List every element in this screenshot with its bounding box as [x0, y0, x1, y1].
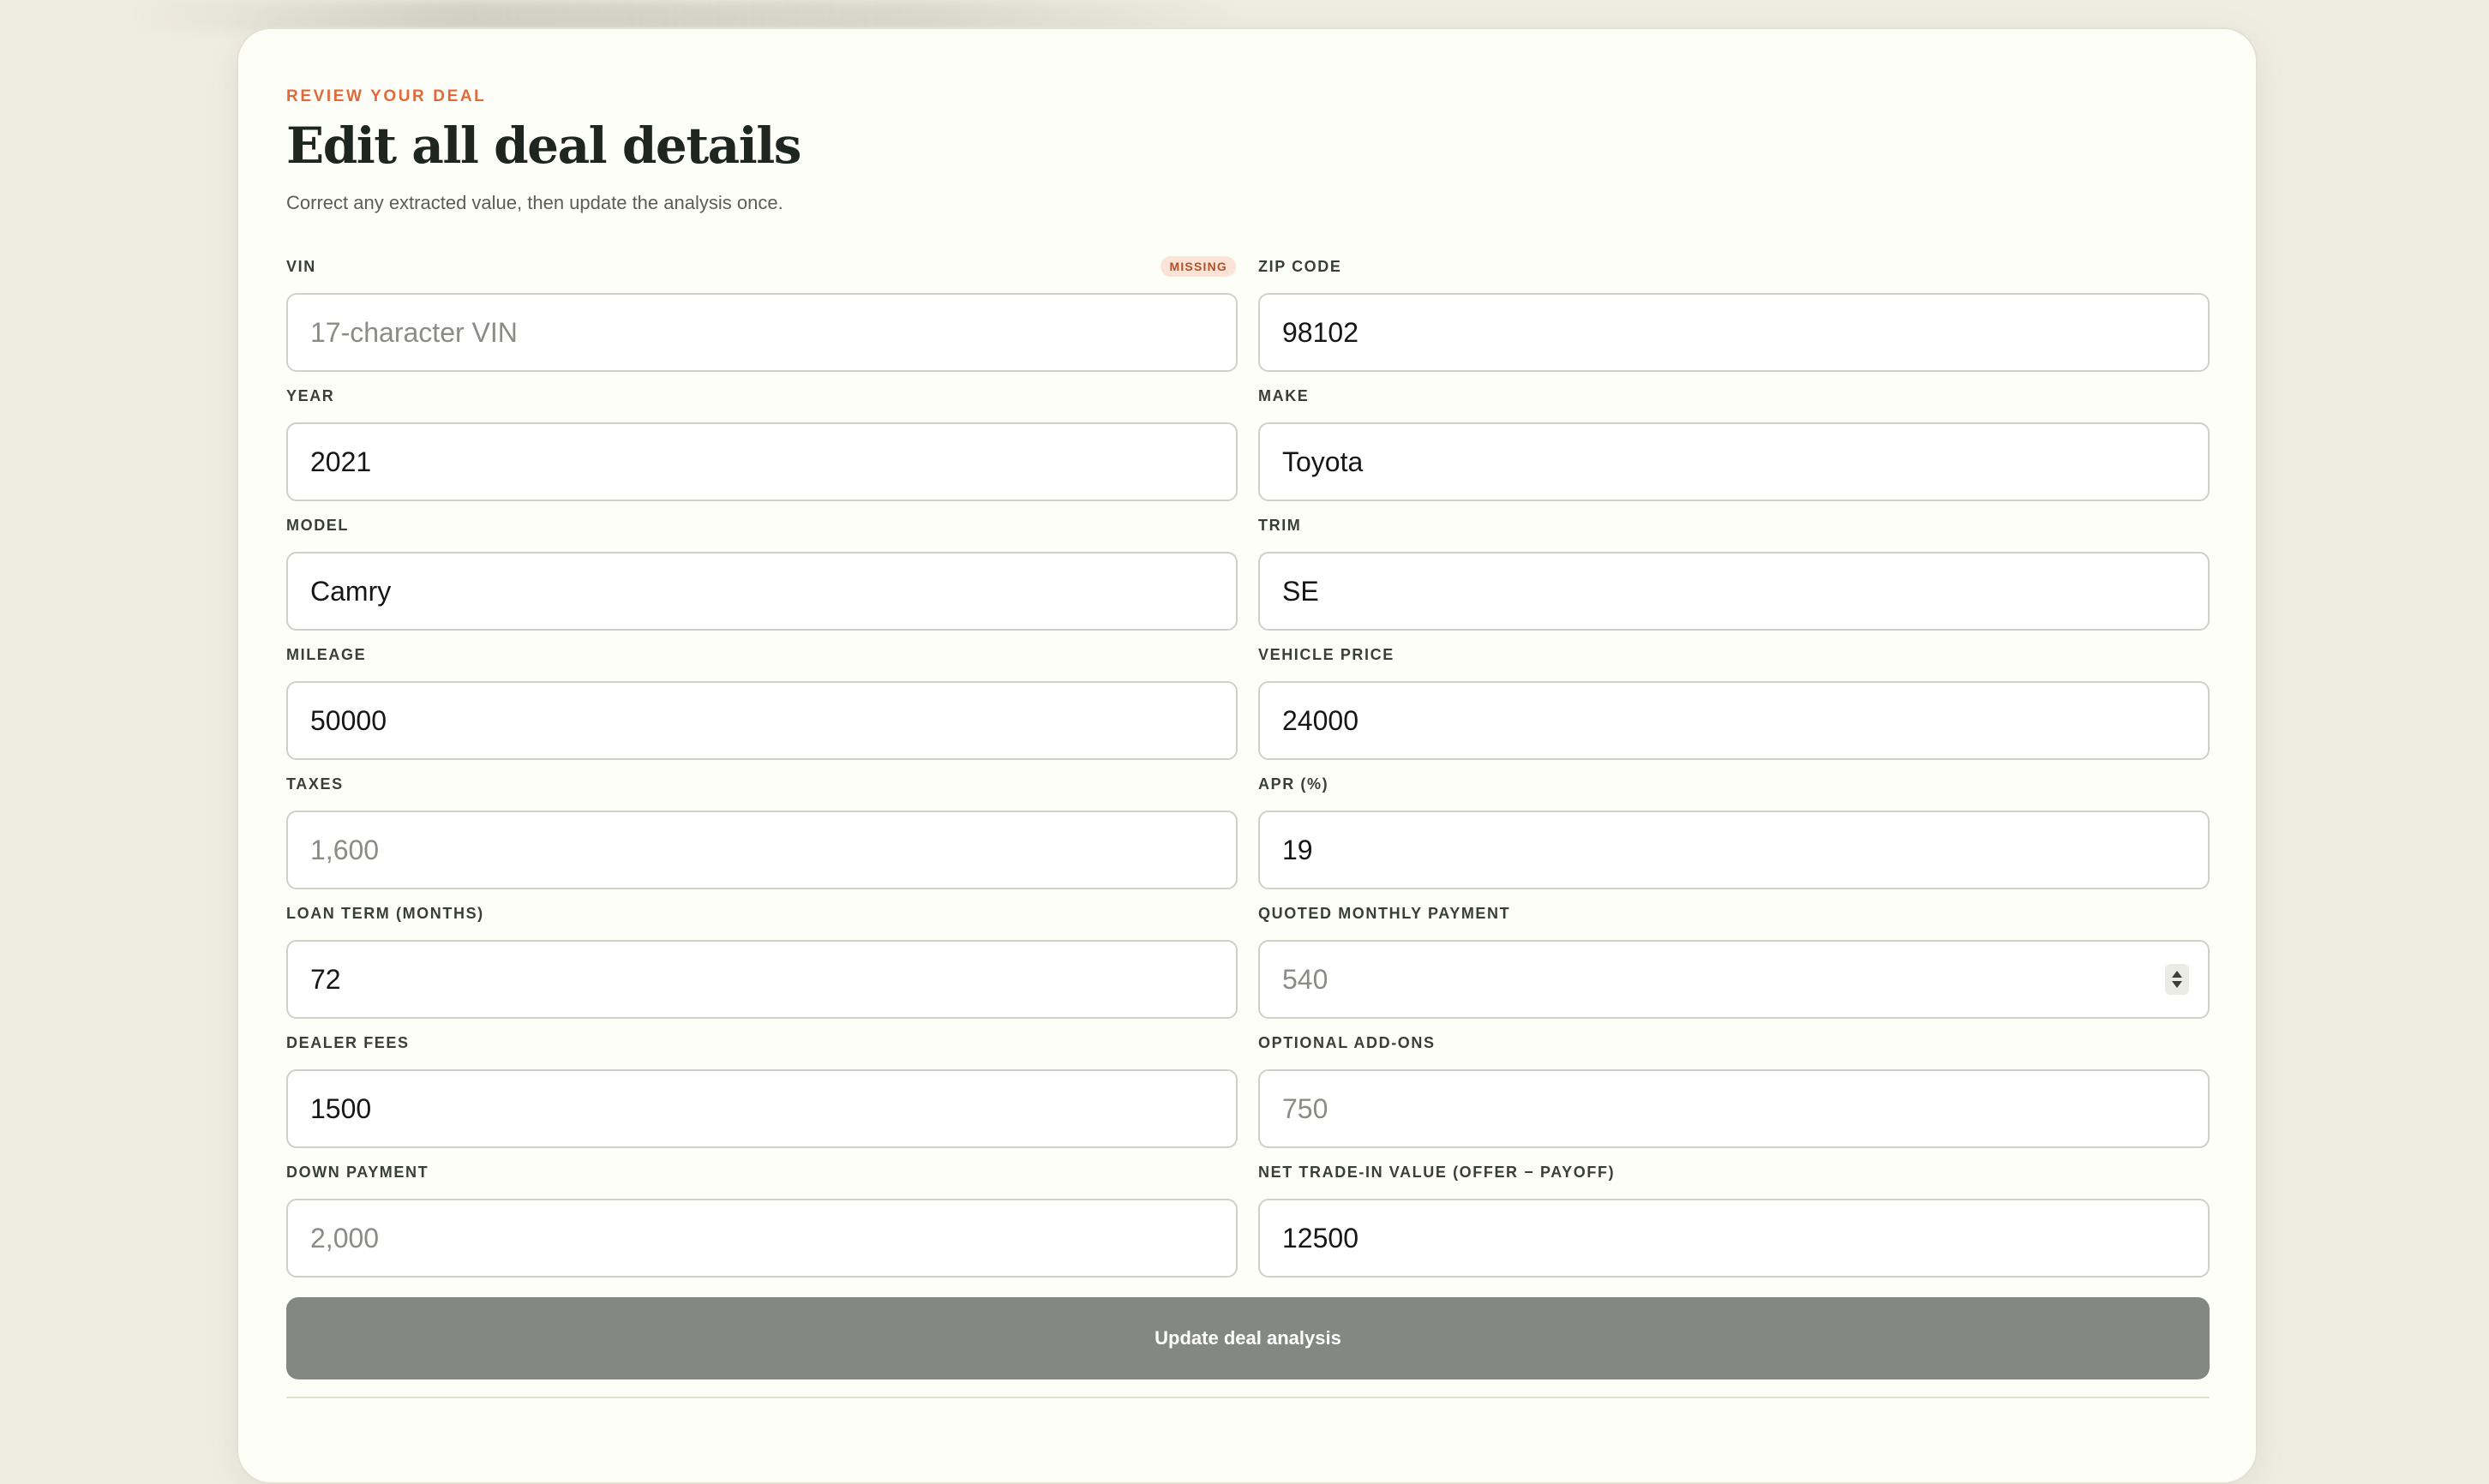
- loan-term-input[interactable]: [286, 940, 1238, 1019]
- deal-form-grid: VIN MISSING ZIP CODE YEAR MAKE M: [286, 254, 2210, 1289]
- down-payment-input[interactable]: [286, 1199, 1238, 1278]
- page-subtitle: Correct any extracted value, then update…: [286, 192, 783, 213]
- trade-in-input[interactable]: [1258, 1199, 2210, 1278]
- dealer-fees-label: DEALER FEES: [286, 1033, 410, 1051]
- model-field-group: MODEL: [286, 512, 1238, 642]
- year-field-group: YEAR: [286, 383, 1238, 512]
- addons-label: OPTIONAL ADD-ONS: [1258, 1033, 1436, 1051]
- vehicle-price-label: VEHICLE PRICE: [1258, 645, 1394, 663]
- dealer-fees-field-group: DEALER FEES: [286, 1030, 1238, 1159]
- taxes-input[interactable]: [286, 811, 1238, 889]
- deal-details-card: REVIEW YOUR DEAL Edit all deal details C…: [237, 27, 2258, 1484]
- taxes-label: TAXES: [286, 775, 344, 793]
- loan-term-field-group: LOAN TERM (MONTHS): [286, 901, 1238, 1030]
- model-label: MODEL: [286, 516, 349, 534]
- section-eyebrow: REVIEW YOUR DEAL: [286, 87, 487, 105]
- monthly-payment-label: QUOTED MONTHLY PAYMENT: [1258, 904, 1511, 922]
- section-divider: [286, 1397, 2210, 1398]
- make-input[interactable]: [1258, 422, 2210, 501]
- vin-field-group: VIN MISSING: [286, 254, 1238, 383]
- trim-field-group: TRIM: [1258, 512, 2210, 642]
- vehicle-price-input[interactable]: [1258, 681, 2210, 760]
- number-stepper[interactable]: [2165, 964, 2189, 995]
- vin-input[interactable]: [286, 293, 1238, 372]
- trim-label: TRIM: [1258, 516, 1302, 534]
- zip-label: ZIP CODE: [1258, 257, 1342, 275]
- zip-input[interactable]: [1258, 293, 2210, 372]
- trade-in-field-group: NET TRADE-IN VALUE (OFFER − PAYOFF): [1258, 1159, 2210, 1289]
- missing-badge: MISSING: [1161, 256, 1236, 277]
- down-payment-field-group: DOWN PAYMENT: [286, 1159, 1238, 1289]
- apr-label: APR (%): [1258, 775, 1329, 793]
- trim-input[interactable]: [1258, 552, 2210, 631]
- mileage-input[interactable]: [286, 681, 1238, 760]
- addons-field-group: OPTIONAL ADD-ONS: [1258, 1030, 2210, 1159]
- apr-input[interactable]: [1258, 811, 2210, 889]
- trade-in-label: NET TRADE-IN VALUE (OFFER − PAYOFF): [1258, 1163, 1616, 1181]
- apr-field-group: APR (%): [1258, 771, 2210, 901]
- addons-input[interactable]: [1258, 1069, 2210, 1148]
- page-title: Edit all deal details: [286, 117, 801, 175]
- stepper-up-icon[interactable]: [2172, 971, 2182, 978]
- monthly-payment-field-group: QUOTED MONTHLY PAYMENT: [1258, 901, 2210, 1030]
- monthly-payment-input[interactable]: [1258, 940, 2210, 1019]
- mileage-label: MILEAGE: [286, 645, 367, 663]
- dealer-fees-input[interactable]: [286, 1069, 1238, 1148]
- model-input[interactable]: [286, 552, 1238, 631]
- year-label: YEAR: [286, 386, 335, 404]
- loan-term-label: LOAN TERM (MONTHS): [286, 904, 484, 922]
- make-field-group: MAKE: [1258, 383, 2210, 512]
- vehicle-price-field-group: VEHICLE PRICE: [1258, 642, 2210, 771]
- vin-label: VIN: [286, 257, 316, 275]
- mileage-field-group: MILEAGE: [286, 642, 1238, 771]
- zip-field-group: ZIP CODE: [1258, 254, 2210, 383]
- year-input[interactable]: [286, 422, 1238, 501]
- monthly-payment-wrapper: [1258, 940, 2210, 1019]
- taxes-field-group: TAXES: [286, 771, 1238, 901]
- background-shadow: [129, 0, 1243, 31]
- update-analysis-button[interactable]: Update deal analysis: [286, 1297, 2210, 1379]
- stepper-down-icon[interactable]: [2172, 981, 2182, 988]
- down-payment-label: DOWN PAYMENT: [286, 1163, 429, 1181]
- make-label: MAKE: [1258, 386, 1310, 404]
